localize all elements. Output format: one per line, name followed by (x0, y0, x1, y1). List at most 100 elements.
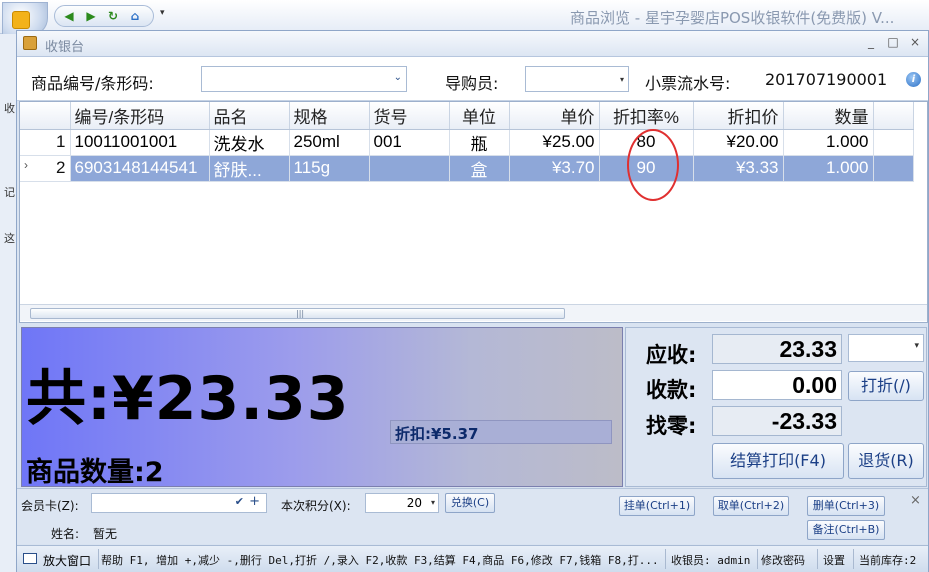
maximize-button[interactable]: □ (885, 35, 901, 49)
window-icon (23, 553, 37, 564)
column-header[interactable]: 规格 (289, 102, 370, 130)
close-icon[interactable]: × (910, 493, 921, 508)
checkmark-icon[interactable]: ✔ (235, 495, 244, 508)
quick-access-dropdown-icon[interactable]: ▾ (160, 8, 165, 18)
row-number-value: 2 (56, 158, 66, 177)
item-count: 商品数量:2 (26, 457, 164, 488)
cell-code[interactable]: 6903148144541 (70, 155, 210, 182)
table-row[interactable]: 1 10011001001 洗发水 250ml 001 瓶 ¥25.00 80 … (20, 129, 914, 156)
quick-access-toolbar: ◀ ▶ ↻ ⌂ (54, 5, 154, 27)
column-header-filler (873, 102, 914, 130)
cell-spec[interactable]: 250ml (289, 129, 370, 156)
cell-price[interactable]: ¥25.00 (509, 129, 600, 156)
guide-select[interactable]: ▾ (525, 66, 629, 92)
settings-link[interactable]: 设置 (823, 552, 845, 568)
member-card-input[interactable]: ✔ + (91, 493, 267, 513)
change-password-link[interactable]: 修改密码 (761, 552, 805, 568)
column-header[interactable]: 单位 (449, 102, 510, 130)
cashier-info: 收银员: admin (671, 554, 751, 567)
highlight-annotation-oval (627, 129, 679, 201)
cell-name[interactable]: 舒肤... (209, 155, 290, 182)
forward-arrow-icon[interactable]: ▶ (83, 9, 99, 24)
info-icon[interactable]: i (906, 72, 921, 87)
table-header-row: 编号/条形码 品名 规格 货号 单位 单价 折扣率% 折扣价 数量 (20, 102, 914, 130)
ticket-label: 小票流水号: (645, 74, 731, 93)
barcode-input[interactable]: ⌄ (201, 66, 407, 92)
horizontal-scrollbar[interactable]: ||| (20, 304, 927, 321)
cell-quantity[interactable]: 1.000 (783, 129, 874, 156)
change-amount: -23.33 (712, 406, 842, 436)
dropdown-arrow-icon[interactable]: ▾ (620, 75, 624, 84)
cell-discount-price[interactable]: ¥3.33 (693, 155, 784, 182)
retrieve-order-button[interactable]: 取单(Ctrl+2) (713, 496, 789, 516)
return-button[interactable]: 退货(R) (848, 443, 924, 479)
delete-order-button[interactable]: 删单(Ctrl+3) (807, 496, 885, 516)
discount-button[interactable]: 打折(/) (848, 371, 924, 401)
cell-discount-price[interactable]: ¥20.00 (693, 129, 784, 156)
cart-grid: 编号/条形码 品名 规格 货号 单位 单价 折扣率% 折扣价 数量 1 1001… (19, 101, 928, 323)
column-header[interactable]: 单价 (509, 102, 600, 130)
exchange-button[interactable]: 兑换(C) (445, 493, 495, 513)
note-button[interactable]: 备注(Ctrl+B) (807, 520, 885, 540)
cell-price[interactable]: ¥3.70 (509, 155, 600, 182)
row-number: 1 (20, 129, 71, 156)
discount-box: 折扣:¥5.37 (390, 420, 612, 444)
cell-quantity[interactable]: 1.000 (783, 155, 874, 182)
close-button[interactable]: × (907, 35, 923, 49)
payment-panel: 应收: 23.33 ▾ 收款: 0.00 打折(/) 找零: -23.33 结算… (625, 327, 927, 487)
refresh-icon[interactable]: ↻ (105, 9, 121, 24)
cell-filler (873, 129, 914, 156)
checkout-print-button[interactable]: 结算打印(F4) (712, 443, 844, 479)
cell-filler (873, 155, 914, 182)
cell-unit[interactable]: 盒 (449, 155, 510, 182)
separator (665, 549, 666, 569)
maximize-window-button[interactable]: 放大窗口 (21, 549, 95, 569)
column-header[interactable]: 折扣率% (599, 102, 694, 130)
cell-name[interactable]: 洗发水 (209, 129, 290, 156)
points-input[interactable]: 20 ▾ (365, 493, 439, 513)
status-bar: 放大窗口 帮助 F1, 增加 +,减少 -,删行 Del,打折 /,录入 F2,… (17, 545, 928, 572)
row-number: › 2 (20, 155, 71, 182)
table-row-selected[interactable]: › 2 6903148144541 舒肤... 115g 盒 ¥3.70 90 ¥… (20, 155, 914, 182)
ticket-number: 201707190001 (765, 70, 888, 89)
paid-amount-input[interactable]: 0.00 (712, 370, 842, 400)
due-label: 应收: (646, 343, 697, 367)
name-label: 姓名: (51, 527, 80, 541)
separator (817, 549, 818, 569)
column-header[interactable]: 折扣价 (693, 102, 784, 130)
dropdown-arrow-icon[interactable]: ▾ (431, 498, 435, 507)
dropdown-arrow-icon[interactable]: ▾ (914, 341, 919, 351)
cart-table: 编号/条形码 品名 规格 货号 单位 单价 折扣率% 折扣价 数量 1 1001… (20, 102, 914, 182)
app-logo-icon (12, 11, 30, 29)
column-header[interactable]: 品名 (209, 102, 290, 130)
minimize-button[interactable]: _ (863, 35, 879, 49)
back-arrow-icon[interactable]: ◀ (61, 9, 77, 24)
home-icon[interactable]: ⌂ (127, 9, 143, 24)
payment-method-select[interactable]: ▾ (848, 334, 924, 362)
separator (853, 549, 854, 569)
shortcut-help-text: 帮助 F1, 增加 +,减少 -,删行 Del,打折 /,录入 F2,收款 F3… (101, 554, 659, 567)
column-header[interactable]: 编号/条形码 (70, 102, 210, 130)
totals-panel: 共:¥23.33 折扣:¥5.37 商品数量:2 (21, 327, 623, 488)
cell-code[interactable]: 10011001001 (70, 129, 210, 156)
dialog-titlebar[interactable]: 收银台 _ □ × (17, 31, 928, 57)
column-header[interactable]: 数量 (783, 102, 874, 130)
guide-label: 导购员: (445, 74, 499, 93)
cashier-icon (23, 36, 37, 50)
stock-info: 当前库存:2 (859, 554, 917, 567)
points-label: 本次积分(X): (281, 499, 351, 513)
scrollbar-thumb[interactable]: ||| (30, 308, 565, 319)
hold-order-button[interactable]: 挂单(Ctrl+1) (619, 496, 695, 516)
plus-icon[interactable]: + (249, 494, 260, 509)
member-section: 会员卡(Z): ✔ + 本次积分(X): 20 ▾ 兑换(C) 姓名: 暂无 挂… (17, 488, 928, 544)
cashier-dialog: 收银台 _ □ × 商品编号/条形码: ⌄ 导购员: ▾ 小票流水号: 2017… (16, 30, 929, 572)
cell-spec[interactable]: 115g (289, 155, 370, 182)
column-header[interactable]: 货号 (369, 102, 450, 130)
discount-amount: 折扣:¥5.37 (395, 425, 479, 443)
paid-label: 收款: (646, 378, 697, 402)
member-name-value: 暂无 (93, 527, 118, 541)
chevron-down-icon[interactable]: ⌄ (394, 72, 402, 83)
cell-unit[interactable]: 瓶 (449, 129, 510, 156)
cell-item-no[interactable]: 001 (369, 129, 450, 156)
cell-item-no[interactable] (369, 155, 450, 182)
